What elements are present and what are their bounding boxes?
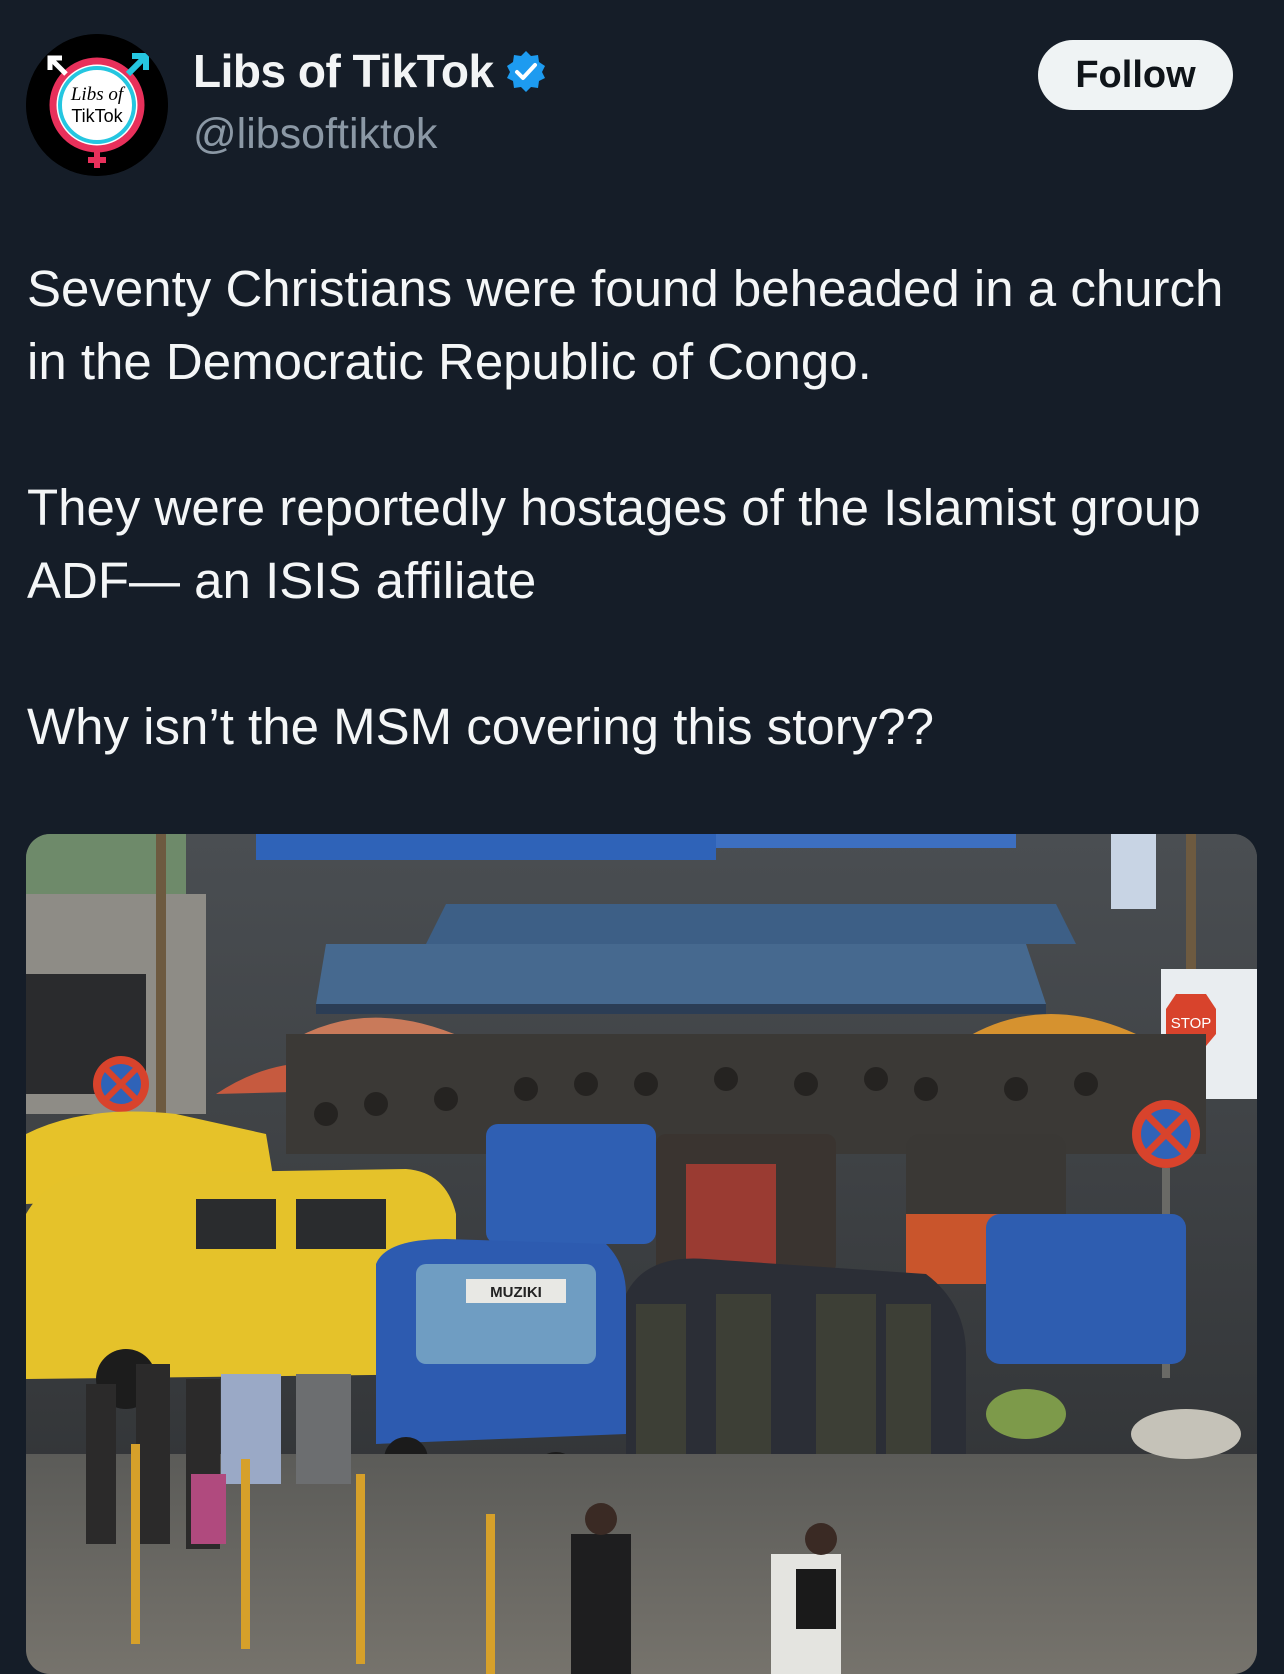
verified-badge-icon [506, 51, 545, 92]
follow-button[interactable]: Follow [1038, 40, 1233, 110]
libs-of-tiktok-logo: Libs of TikTok [26, 34, 168, 176]
stop-sign-text: STOP [1171, 1015, 1212, 1032]
author-name-row: Libs of TikTok [193, 44, 548, 98]
avatar-text-line2: TikTok [71, 106, 123, 126]
avatar-text-line1: Libs of [70, 84, 126, 105]
author-display-name[interactable]: Libs of TikTok [193, 44, 494, 98]
tweet-paragraph: Seventy Christians were found beheaded i… [27, 260, 1224, 390]
street-scene-image: STOP MUZIKI [26, 834, 1257, 1674]
tweet-paragraph: They were reportedly hostages of the Isl… [27, 479, 1201, 609]
author-handle[interactable]: @libsoftiktok [193, 110, 437, 159]
tweet-media-photo[interactable]: STOP MUZIKI [26, 834, 1257, 1674]
vehicle-plate-text: MUZIKI [490, 1284, 542, 1301]
tweet-paragraph: Why isn’t the MSM covering this story?? [27, 698, 934, 755]
tweet-text: Seventy Christians were found beheaded i… [27, 252, 1247, 763]
author-avatar[interactable]: Libs of TikTok [26, 34, 168, 176]
